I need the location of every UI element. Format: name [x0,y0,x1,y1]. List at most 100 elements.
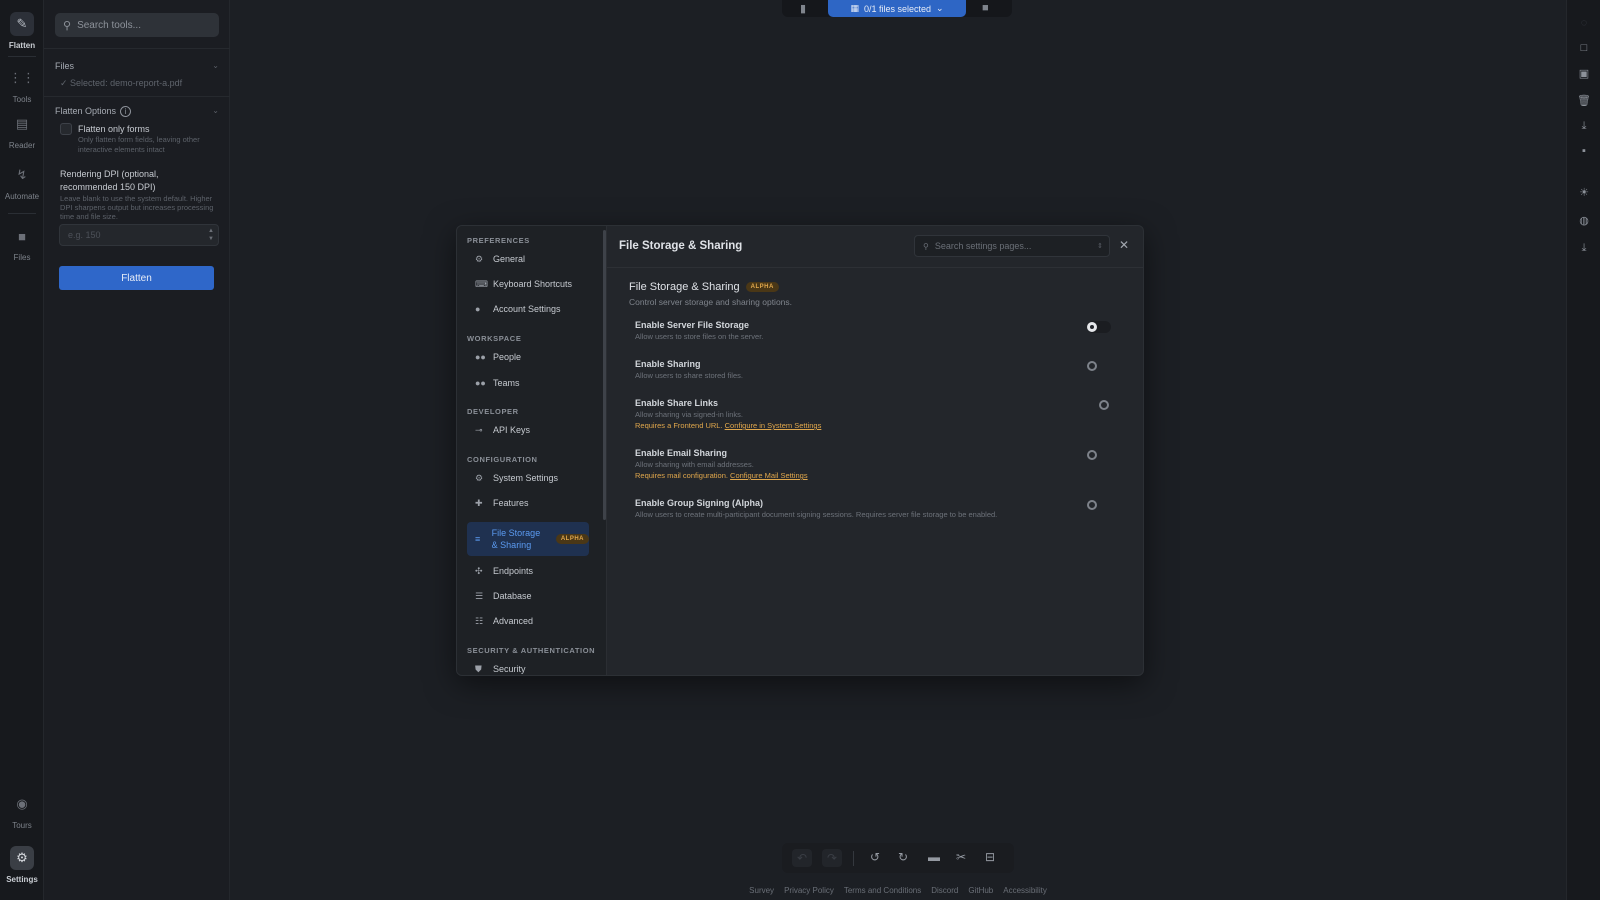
alpha-badge: ALPHA [555,534,589,544]
footer: Survey Privacy Policy Terms and Conditio… [230,880,1566,900]
trash-icon[interactable]: ▬ [928,850,940,864]
nav-item-teams[interactable]: ●● Teams [467,372,589,394]
footer-link-accessibility[interactable]: Accessibility [1003,886,1047,895]
chevron-down-icon: ⌄ [936,3,944,13]
folder-icon: ■ [18,228,26,244]
chevron-down-icon: ⌄ [212,106,219,115]
select-icon[interactable]: □ [1577,41,1591,55]
gear-icon: ⚙ [475,472,484,483]
tours-icon: ◉ [16,796,28,811]
preview-icon[interactable]: ▣ [1577,67,1591,81]
save-icon[interactable]: ▪ [1577,144,1591,158]
gear-icon: ⚙ [475,253,484,264]
toggle-server-file-storage[interactable] [1087,321,1111,333]
user-icon: ● [475,304,481,314]
rail-automate[interactable]: ↯ Automate [0,163,44,201]
nav-heading-preferences: PREFERENCES [467,236,530,245]
files-section-header[interactable]: Files ⌄ [55,61,219,71]
rail-divider [8,56,36,57]
footer-link-survey[interactable]: Survey [749,886,774,895]
toggle-group-signing[interactable] [1087,499,1111,511]
option-server-file-storage: Enable Server File Storage Allow users t… [635,320,764,341]
toggle-knob [1087,322,1097,332]
right-rail: ◌ □ ▣ 🗑︎ ⤓ ▪ ☀ ◍ ⤓ [1566,0,1600,900]
toggle-knob [1087,450,1097,460]
option-email-sharing: Enable Email Sharing Allow sharing with … [635,448,808,480]
grid-icon: ▦ [850,3,859,13]
stepper-icon[interactable]: ▲ ▼ [208,227,214,243]
rotate-left-icon[interactable]: ↺ [870,850,880,864]
configure-mail-settings-link[interactable]: Configure Mail Settings [730,471,808,480]
rail-settings[interactable]: ⚙ Settings [0,846,44,884]
nav-item-file-storage[interactable]: ≡ File Storage & Sharing ALPHA [467,522,589,556]
nav-heading-workspace: WORKSPACE [467,334,522,343]
settings-nav: PREFERENCES ⚙ General ⌨ Keyboard Shortcuts… [457,226,607,675]
nav-heading-security-authentication: SECURITY & AUTHENTICATION [467,646,596,655]
dpi-input[interactable]: e.g. 150 ▲ ▼ [59,224,219,246]
footer-link-github[interactable]: GitHub [968,886,993,895]
nav-item-database[interactable]: ☰ Database [467,585,589,607]
nav-heading-configuration: CONFIGURATION [467,455,538,464]
settings-search-input[interactable]: ⚲ Search settings pages... ⇕ [914,235,1110,257]
insert-icon[interactable]: ⊟ [985,850,995,864]
scissors-icon[interactable]: ✂ [956,850,966,864]
file-selector-bar: ▮ ▦ 0/1 files selected ⌄ ■ [782,0,1012,17]
search-icon: ⚲ [923,241,929,251]
configure-system-settings-link[interactable]: Configure in System Settings [725,421,822,430]
files-selected-dropdown[interactable]: ▦ 0/1 files selected ⌄ [828,0,966,17]
theme-icon[interactable]: ☀ [1577,186,1591,200]
page-tools-bar: ↶ ↷ ↺ ↻ ▬ ✂ ⊟ [782,843,1014,873]
sliders-icon: ☷ [475,615,484,626]
nav-item-people[interactable]: ●● People [467,346,589,368]
redo-icon[interactable]: ↷ [822,849,842,867]
globe-icon[interactable]: ◍ [1577,214,1591,228]
selected-file-text: ✓ Selected: demo-report-a.pdf [60,78,183,88]
settings-modal: PREFERENCES ⚙ General ⌨ Keyboard Shortcuts… [456,225,1144,676]
flatten-button[interactable]: Flatten [59,266,214,290]
nav-item-system-settings[interactable]: ⚙ System Settings [467,467,589,489]
nav-item-security[interactable]: ⛊ Security [467,658,589,675]
rail-reader[interactable]: ▤ Reader [0,112,44,150]
option-share-links: Enable Share Links Allow sharing via sig… [635,398,822,430]
download-icon[interactable]: ⤓ [1577,119,1591,133]
rotate-right-icon[interactable]: ↻ [898,850,908,864]
gear-icon: ⚙ [10,846,34,870]
footer-link-privacy[interactable]: Privacy Policy [784,886,834,895]
nav-item-advanced[interactable]: ☷ Advanced [467,610,589,632]
nav-item-keyboard-shortcuts[interactable]: ⌨ Keyboard Shortcuts [467,273,589,295]
undo-icon[interactable]: ↶ [792,849,812,867]
footer-link-terms[interactable]: Terms and Conditions [844,886,921,895]
rail-tours[interactable]: ◉ Tours [0,792,44,830]
toggle-share-links[interactable] [1087,399,1111,411]
nav-item-api-keys[interactable]: ⊸ API Keys [467,419,589,441]
nav-item-endpoints[interactable]: ✣ Endpoints [467,560,589,582]
rail-tools[interactable]: ⋮⋮ Tools [0,66,44,104]
search-tools-input[interactable]: ⚲ Search tools... [55,13,219,37]
keyboard-icon: ⌨ [475,278,488,289]
rail-divider [8,213,36,214]
info-icon[interactable]: i [120,106,132,117]
reader-icon: ▤ [15,116,29,131]
toggle-email-sharing[interactable] [1087,449,1111,461]
dim-icon: ◌ [1580,17,1588,29]
nav-scrollbar[interactable] [603,230,606,520]
trash-icon[interactable]: 🗑︎ [1577,94,1591,108]
modal-title: File Storage & Sharing [619,240,743,252]
rail-flatten[interactable]: ✎ Flatten [0,12,44,50]
file-icon[interactable]: ▮ [800,2,806,15]
flatten-options-header[interactable]: Flatten Options i ⌄ [55,106,219,117]
footer-link-discord[interactable]: Discord [931,886,958,895]
folder-icon[interactable]: ■ [982,2,989,14]
nav-item-features[interactable]: ✚ Features [467,492,589,514]
toggle-sharing[interactable] [1087,360,1111,372]
nav-item-account-settings[interactable]: ● Account Settings [467,298,589,320]
flatten-only-forms-checkbox[interactable] [60,123,72,135]
close-icon[interactable]: ✕ [1119,238,1129,252]
automate-icon: ↯ [16,167,28,182]
checkbox-label: Flatten only forms [78,124,150,134]
download-icon[interactable]: ⤓ [1577,241,1591,255]
rail-files[interactable]: ■ Files [0,224,44,263]
section-description: Control server storage and sharing optio… [629,297,793,307]
nav-item-general[interactable]: ⚙ General [467,248,589,270]
panel-divider [44,48,230,49]
